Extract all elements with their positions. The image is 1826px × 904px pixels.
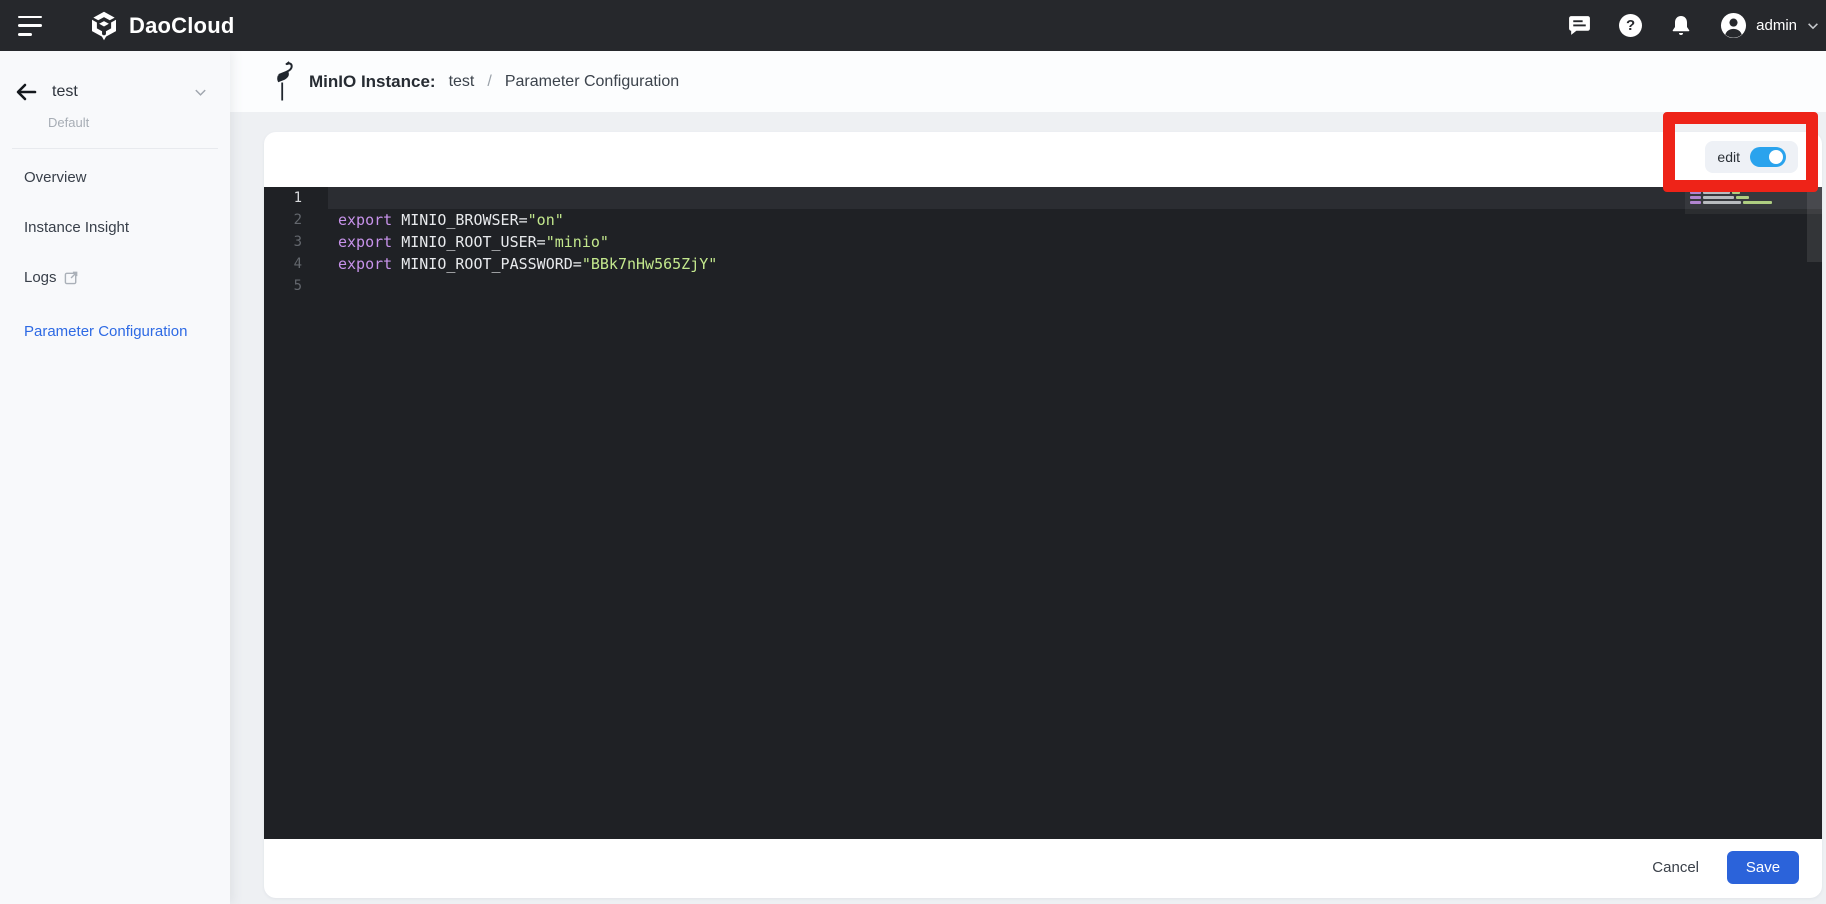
brand-name: DaoCloud: [129, 13, 234, 39]
save-button[interactable]: Save: [1727, 851, 1799, 884]
project-namespace: Default: [48, 115, 89, 130]
edit-toggle-switch[interactable]: [1750, 147, 1786, 167]
breadcrumb-instance[interactable]: test: [449, 73, 475, 91]
sidebar-item-label: Logs: [24, 269, 57, 286]
topbar: DaoCloud ? admin: [0, 0, 1826, 51]
line-number: 2: [264, 209, 328, 231]
sidebar-divider: [12, 148, 218, 149]
code-text: [328, 275, 1822, 297]
code-text: export MINIO_ROOT_PASSWORD="BBk7nHw565Zj…: [328, 253, 1822, 275]
sidebar-item-label: Instance Insight: [24, 219, 129, 236]
sidebar-item-logs[interactable]: Logs: [0, 252, 230, 302]
external-link-icon: [64, 270, 79, 285]
sidebar-item-overview[interactable]: Overview: [0, 152, 230, 202]
code-line-5[interactable]: 5: [264, 275, 1822, 297]
line-number: 5: [264, 275, 328, 297]
sidebar: test Default Overview Instance Insight Log…: [0, 51, 230, 904]
code-text: export MINIO_BROWSER="on": [328, 209, 1822, 231]
sidebar-item-label: Parameter Configuration: [24, 323, 187, 340]
line-number: 3: [264, 231, 328, 253]
code-line-1[interactable]: 1: [264, 187, 1822, 209]
page-header: MinIO Instance: test / Parameter Configu…: [230, 51, 1826, 112]
username-label: admin: [1756, 17, 1797, 34]
cancel-button[interactable]: Cancel: [1650, 855, 1701, 880]
help-icon[interactable]: ?: [1619, 14, 1642, 37]
hamburger-menu-icon[interactable]: [18, 16, 44, 36]
chat-icon[interactable]: [1567, 13, 1592, 38]
edit-toggle-group: edit: [1705, 141, 1798, 173]
sidebar-item-label: Overview: [24, 169, 87, 186]
brand-logo[interactable]: DaoCloud: [88, 10, 234, 42]
sidebar-item-parameter-configuration[interactable]: Parameter Configuration: [0, 306, 230, 356]
bell-icon[interactable]: [1669, 14, 1693, 38]
code-text: [328, 187, 1822, 209]
minio-bird-icon: [270, 61, 296, 103]
line-number: 4: [264, 253, 328, 275]
breadcrumb-title: MinIO Instance:: [309, 72, 436, 92]
back-arrow-icon[interactable]: [14, 80, 38, 104]
code-line-4[interactable]: 4export MINIO_ROOT_PASSWORD="BBk7nHw565Z…: [264, 253, 1822, 275]
project-chevron-down-icon[interactable]: [193, 85, 208, 100]
breadcrumb: MinIO Instance: test / Parameter Configu…: [270, 51, 679, 112]
code-lines: 12export MINIO_BROWSER="on"3export MINIO…: [264, 187, 1822, 297]
code-editor[interactable]: 12export MINIO_BROWSER="on"3export MINIO…: [264, 187, 1822, 839]
panel-footer: Cancel Save: [1650, 851, 1799, 884]
edit-toggle-label: edit: [1717, 149, 1740, 165]
breadcrumb-page: Parameter Configuration: [505, 73, 679, 91]
parameter-config-panel: edit 12export MINIO_BROWSER="on"3export …: [264, 132, 1822, 898]
project-name[interactable]: test: [52, 83, 78, 101]
code-line-3[interactable]: 3export MINIO_ROOT_USER="minio": [264, 231, 1822, 253]
toggle-knob: [1769, 150, 1783, 164]
code-text: export MINIO_ROOT_USER="minio": [328, 231, 1822, 253]
sidebar-item-instance-insight[interactable]: Instance Insight: [0, 202, 230, 252]
code-line-2[interactable]: 2export MINIO_BROWSER="on": [264, 209, 1822, 231]
avatar: [1720, 12, 1747, 39]
sidebar-nav: Overview Instance Insight Logs Parameter Co…: [0, 152, 230, 356]
daocloud-cube-icon: [88, 10, 120, 42]
breadcrumb-separator: /: [487, 73, 491, 91]
chevron-down-icon: [1806, 19, 1820, 33]
line-number: 1: [264, 187, 328, 209]
user-menu[interactable]: admin: [1720, 12, 1820, 39]
